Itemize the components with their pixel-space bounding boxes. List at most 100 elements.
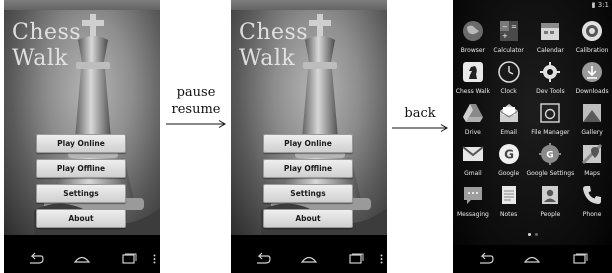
app-google[interactable]: G Google bbox=[491, 140, 527, 181]
app-dev-tools[interactable]: Dev Tools bbox=[527, 58, 575, 99]
settings-button[interactable]: Settings bbox=[263, 184, 353, 203]
back-icon[interactable] bbox=[475, 252, 495, 266]
settings-g-icon: G bbox=[538, 142, 562, 166]
app-phone[interactable]: Phone bbox=[574, 181, 610, 222]
svg-text:G: G bbox=[504, 148, 514, 162]
app-title-line2: Walk bbox=[239, 46, 296, 71]
app-google-settings[interactable]: G Google Settings bbox=[526, 140, 575, 181]
play-online-button[interactable]: Play Online bbox=[36, 134, 126, 153]
app-label: Gallery bbox=[581, 129, 603, 136]
app-gmail[interactable]: Gmail bbox=[455, 140, 491, 181]
app-title: Chess Walk bbox=[239, 20, 308, 72]
map-icon bbox=[580, 142, 604, 166]
navigation-bar bbox=[231, 245, 387, 273]
app-calibration[interactable]: Calibration bbox=[574, 17, 610, 58]
recents-icon[interactable] bbox=[570, 252, 590, 266]
app-label: Maps bbox=[584, 170, 600, 177]
app-title-line1: Chess bbox=[239, 20, 309, 45]
svg-text:+: + bbox=[502, 32, 508, 40]
app-label: Email bbox=[500, 129, 517, 136]
app-file-manager[interactable]: File Manager bbox=[527, 99, 575, 140]
app-label: Calibration bbox=[575, 47, 609, 54]
game-main-menu: Chess Walk Play Online Play Offline Sett… bbox=[231, 10, 387, 235]
play-online-button[interactable]: Play Online bbox=[263, 134, 353, 153]
google-icon: G bbox=[497, 142, 521, 166]
app-email[interactable]: Email bbox=[491, 99, 527, 140]
recents-icon[interactable] bbox=[346, 252, 366, 266]
home-icon[interactable] bbox=[299, 252, 319, 266]
envelope-open-icon bbox=[497, 101, 521, 125]
phone-screen-after-pause: Chess Walk Play Online Play Offline Sett… bbox=[231, 0, 387, 273]
app-label: Clock bbox=[500, 88, 517, 95]
app-notes[interactable]: Notes bbox=[491, 181, 527, 222]
right-arrow-icon bbox=[166, 120, 226, 128]
play-offline-button[interactable]: Play Offline bbox=[36, 159, 126, 178]
pause-resume-transition: pause resume bbox=[164, 84, 228, 129]
status-bar bbox=[4, 0, 160, 10]
main-menu: Play Online Play Offline Settings About bbox=[263, 134, 353, 234]
gmail-icon bbox=[461, 142, 485, 166]
figure: Chess Walk Play Online Play Offline Sett… bbox=[0, 0, 612, 273]
phone-screen-before: Chess Walk Play Online Play Offline Sett… bbox=[4, 0, 160, 273]
about-button[interactable]: About bbox=[263, 209, 353, 228]
app-grid: Browser − = + Calculator Calendar Calibr… bbox=[455, 17, 610, 222]
clock-icon bbox=[497, 60, 521, 84]
phone-icon bbox=[580, 183, 604, 207]
app-calculator[interactable]: − = + Calculator bbox=[491, 17, 527, 58]
overflow-menu-icon[interactable] bbox=[380, 254, 383, 264]
back-transition: back bbox=[390, 105, 450, 133]
phone-app-drawer: ▮ 3:1 Browser − = + Calculator Calendar … bbox=[453, 0, 612, 273]
app-calendar[interactable]: Calendar bbox=[527, 17, 575, 58]
globe-icon bbox=[461, 19, 485, 43]
contacts-icon bbox=[538, 183, 562, 207]
calculator-icon: − = + bbox=[497, 19, 521, 43]
app-label: Notes bbox=[499, 211, 518, 218]
notes-icon bbox=[497, 183, 521, 207]
play-offline-button[interactable]: Play Offline bbox=[263, 159, 353, 178]
home-icon[interactable] bbox=[72, 252, 92, 266]
settings-button[interactable]: Settings bbox=[36, 184, 126, 203]
app-people[interactable]: People bbox=[527, 181, 575, 222]
app-label: Browser bbox=[460, 47, 486, 54]
app-messaging[interactable]: Messaging bbox=[455, 181, 491, 222]
app-label: Google bbox=[498, 170, 520, 177]
app-title: Chess Walk bbox=[12, 20, 81, 72]
recents-icon[interactable] bbox=[119, 252, 139, 266]
folder-icon bbox=[538, 101, 562, 125]
app-downloads[interactable]: Downloads bbox=[574, 58, 610, 99]
target-icon bbox=[580, 19, 604, 43]
gear-icon bbox=[538, 60, 562, 84]
drive-icon bbox=[461, 101, 485, 125]
app-browser[interactable]: Browser bbox=[455, 17, 491, 58]
app-label: Chess Walk bbox=[455, 88, 490, 95]
home-icon[interactable] bbox=[522, 252, 542, 266]
about-button[interactable]: About bbox=[36, 209, 126, 228]
status-bar: ▮ 3:1 bbox=[453, 0, 612, 11]
app-maps[interactable]: Maps bbox=[574, 140, 610, 181]
status-bar bbox=[231, 0, 387, 10]
app-label: Downloads bbox=[575, 88, 609, 95]
svg-text:G: G bbox=[547, 151, 554, 161]
svg-text:−: − bbox=[502, 23, 508, 31]
app-drive[interactable]: Drive bbox=[455, 99, 491, 140]
app-label: Drive bbox=[464, 129, 481, 136]
app-gallery[interactable]: Gallery bbox=[574, 99, 610, 140]
app-label: Calendar bbox=[536, 47, 564, 54]
app-chess-walk[interactable]: Chess Walk bbox=[455, 58, 491, 99]
clock-text: 3:1 bbox=[597, 1, 609, 9]
photo-icon bbox=[580, 101, 604, 125]
app-label: File Manager bbox=[531, 129, 570, 136]
navigation-bar bbox=[453, 245, 612, 273]
app-label: People bbox=[540, 211, 561, 218]
navigation-bar bbox=[4, 245, 160, 273]
app-drawer: ▮ 3:1 Browser − = + Calculator Calendar … bbox=[453, 0, 612, 273]
app-label: Messaging bbox=[456, 211, 489, 218]
back-icon[interactable] bbox=[25, 252, 45, 266]
overflow-menu-icon[interactable] bbox=[153, 254, 156, 264]
resume-label: resume bbox=[171, 102, 221, 117]
app-clock[interactable]: Clock bbox=[491, 58, 527, 99]
app-label: Google Settings bbox=[526, 170, 575, 177]
back-label: back bbox=[404, 106, 436, 121]
game-main-menu: Chess Walk Play Online Play Offline Sett… bbox=[4, 10, 160, 235]
back-icon[interactable] bbox=[252, 252, 272, 266]
